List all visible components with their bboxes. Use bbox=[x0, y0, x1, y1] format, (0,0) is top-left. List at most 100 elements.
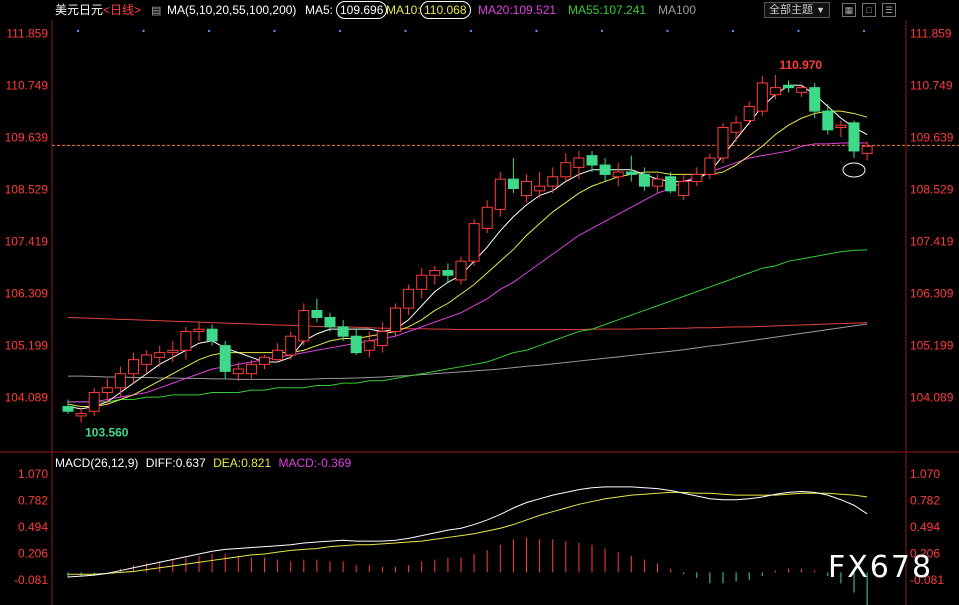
price-tick-label-right: 109.639 bbox=[910, 130, 954, 144]
symbol-title[interactable]: 美元日元 bbox=[55, 0, 103, 20]
price-tick-label-right: 104.089 bbox=[910, 391, 954, 405]
list-icon[interactable]: ☰ bbox=[882, 3, 896, 17]
candle-up bbox=[756, 82, 768, 112]
ma5-label: MA5: bbox=[305, 3, 334, 17]
candle-up bbox=[75, 413, 87, 417]
chart-canvas: 111.859 111.859 110.749 110.749 109.639 109.6… bbox=[0, 20, 959, 605]
watermark: FX678 bbox=[828, 550, 934, 585]
candle-up bbox=[455, 260, 467, 281]
date-marker-dot bbox=[797, 29, 800, 33]
theme-button-label: 全部主题 bbox=[769, 4, 813, 16]
ma20-label: MA20:109.521 bbox=[478, 3, 557, 17]
candle-up bbox=[743, 105, 755, 121]
candle-up bbox=[429, 270, 441, 276]
price-tick-label-right: 111.859 bbox=[910, 26, 952, 40]
date-marker-dot bbox=[338, 29, 342, 33]
candle-down bbox=[665, 176, 677, 192]
ma-line-ma20 bbox=[68, 142, 868, 403]
candle-up bbox=[730, 122, 742, 133]
ma5-value: 109.696 bbox=[336, 1, 388, 19]
candle-up bbox=[180, 331, 192, 351]
price-tick-label-left: 108.529 bbox=[5, 182, 49, 196]
date-marker-dot bbox=[142, 29, 145, 33]
date-marker-dot bbox=[535, 29, 538, 33]
candle-up bbox=[390, 307, 401, 333]
candle-up bbox=[494, 178, 506, 211]
date-marker-dot bbox=[207, 29, 211, 33]
grid-icon[interactable]: ▦ bbox=[842, 3, 856, 17]
candle-down bbox=[783, 84, 794, 89]
candle-up bbox=[154, 352, 166, 358]
price-tick-label-left: 111.859 bbox=[6, 26, 48, 40]
date-marker-dot bbox=[862, 29, 866, 33]
candle-up bbox=[376, 331, 388, 347]
price-tick-label-right: 107.419 bbox=[910, 235, 954, 249]
dea-line bbox=[68, 491, 868, 575]
candle-up bbox=[835, 124, 847, 129]
candle-up bbox=[272, 349, 284, 361]
candle-up bbox=[717, 127, 729, 159]
candle-up bbox=[769, 87, 781, 96]
macd-tick-label-left: 0.494 bbox=[18, 520, 48, 534]
candle-down bbox=[311, 309, 323, 318]
candle-up bbox=[547, 176, 559, 187]
candle-up bbox=[691, 173, 703, 182]
date-marker-dot bbox=[600, 29, 604, 33]
window-icon[interactable]: □ bbox=[862, 3, 876, 17]
candle-down bbox=[442, 270, 454, 276]
macd-tick-label-left: 0.206 bbox=[18, 546, 48, 560]
date-marker-dot bbox=[404, 29, 407, 33]
candle-up bbox=[521, 180, 532, 197]
candle-down bbox=[350, 335, 362, 354]
candle-up bbox=[259, 356, 270, 365]
date-marker-dot bbox=[76, 29, 80, 33]
circle-marker bbox=[842, 162, 866, 178]
candle-up bbox=[403, 288, 415, 309]
ma-line-ma10 bbox=[67, 110, 868, 408]
candle-up bbox=[468, 223, 480, 262]
candle-up bbox=[232, 368, 244, 375]
ma-group-label: MA(5,10,20,55,100,200) bbox=[167, 3, 297, 17]
macd-tick-label-right: 0.782 bbox=[910, 493, 940, 507]
macd-header: MACD(26,12,9) DIFF:0.637 DEA:0.821 MACD:… bbox=[55, 456, 355, 470]
ma100-label: MA100 bbox=[658, 3, 697, 17]
candle-up bbox=[534, 185, 546, 192]
ma-line-ma5 bbox=[67, 84, 868, 410]
macd-dea-label: DEA:0.821 bbox=[213, 456, 272, 470]
macd-tick-label-right: 1.070 bbox=[910, 467, 940, 481]
price-tick-label-left: 107.419 bbox=[5, 235, 49, 249]
sliders-icon[interactable]: ▤ bbox=[151, 1, 161, 21]
candle-down bbox=[822, 110, 834, 131]
price-tick-label-right: 108.529 bbox=[910, 182, 954, 196]
price-tick-label-right: 106.309 bbox=[910, 287, 954, 301]
candle-down bbox=[599, 164, 611, 175]
candle-down bbox=[586, 155, 598, 166]
ma55-label: MA55:107.241 bbox=[568, 3, 647, 17]
candle-down bbox=[219, 345, 231, 372]
candle-up bbox=[573, 157, 585, 168]
candle-up bbox=[678, 180, 690, 197]
candle-up bbox=[101, 387, 113, 393]
price-tick-label-right: 105.199 bbox=[910, 339, 954, 353]
candle-up bbox=[285, 335, 297, 356]
period-label[interactable]: <日线> bbox=[103, 0, 141, 20]
price-tick-label-left: 109.639 bbox=[5, 130, 49, 144]
candle-down bbox=[625, 171, 637, 175]
candle-down bbox=[324, 316, 336, 328]
candle-up bbox=[796, 87, 808, 93]
chart-header: 美元日元 <日线> ▤ MA(5,10,20,55,100,200) MA5: … bbox=[0, 0, 959, 20]
candle-up bbox=[298, 309, 310, 342]
candle-up bbox=[652, 178, 663, 187]
price-tick-label-left: 110.749 bbox=[6, 78, 49, 92]
low-annotation: 103.560 bbox=[85, 425, 129, 439]
theme-button[interactable]: 全部主题 ▼ bbox=[764, 2, 830, 18]
date-marker-dot bbox=[273, 29, 276, 33]
candle-down bbox=[337, 326, 349, 337]
candle-up bbox=[167, 349, 179, 354]
macd-tick-label-left: 1.070 bbox=[18, 467, 48, 481]
macd-value-label: MACD:-0.369 bbox=[278, 456, 352, 470]
candle-up bbox=[128, 359, 139, 375]
candle-down bbox=[848, 122, 860, 152]
candle-up bbox=[416, 274, 428, 290]
price-tick-label-right: 110.749 bbox=[910, 78, 953, 92]
